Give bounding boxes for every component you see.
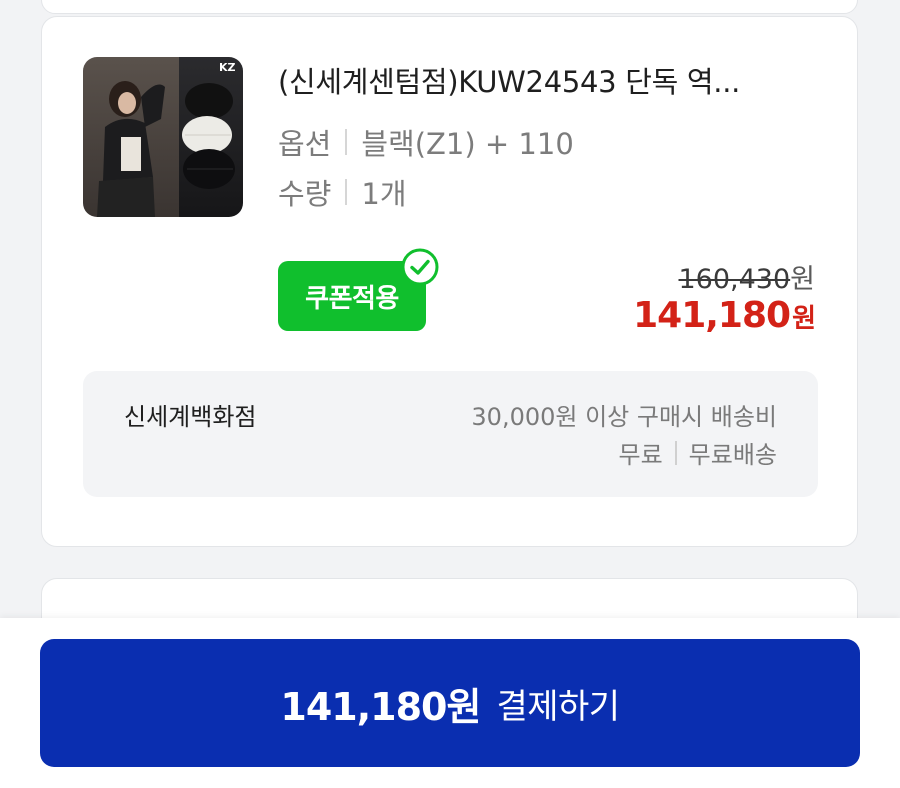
previous-card [41, 0, 858, 14]
shipping-condition: 30,000원 이상 구매시 배송비 [471, 403, 777, 431]
sale-price-value: 141,180 [633, 295, 791, 336]
divider [345, 129, 348, 155]
product-image: KZ [83, 57, 243, 217]
option-value: 블랙(Z1) + 110 [361, 127, 574, 161]
divider [674, 440, 677, 465]
product-thumbnail[interactable]: KZ [83, 57, 243, 217]
sale-price: 141,180 원 [633, 295, 816, 336]
order-item-card: KZ (신세계센텀점)KUW24543 단독 역... 옵션 블랙(Z1) + … [41, 16, 858, 547]
seller-name: 신세계백화점 [124, 403, 257, 431]
brand-logo-text: KZ [219, 61, 236, 74]
quantity-row: 수량 1개 [278, 171, 407, 213]
pay-amount: 141,180원 [280, 684, 481, 729]
shipping-fee: 무료 [618, 441, 663, 469]
quantity-value: 1개 [361, 177, 407, 211]
original-price: 160,430 원 [679, 257, 816, 296]
product-title[interactable]: (신세계센텀점)KUW24543 단독 역... [278, 59, 818, 101]
divider [345, 179, 348, 205]
shipping-method: 무료배송 [688, 441, 777, 469]
pay-label: 결제하기 [496, 686, 620, 727]
quantity-label: 수량 [278, 177, 332, 211]
option-label: 옵션 [278, 127, 332, 161]
original-price-value: 160,430 [678, 264, 791, 295]
shipping-info-box: 신세계백화점 30,000원 이상 구매시 배송비 무료 무료배송 [83, 371, 818, 497]
pay-button[interactable]: 141,180원 결제하기 [40, 639, 860, 767]
checkout-bar: 141,180원 결제하기 [0, 618, 900, 788]
sale-price-unit: 원 [792, 304, 816, 334]
original-price-unit: 원 [790, 264, 815, 295]
check-circle-icon [400, 247, 440, 287]
option-row: 옵션 블랙(Z1) + 110 [278, 121, 574, 163]
shipping-fee-row: 무료 무료배송 [618, 435, 777, 470]
